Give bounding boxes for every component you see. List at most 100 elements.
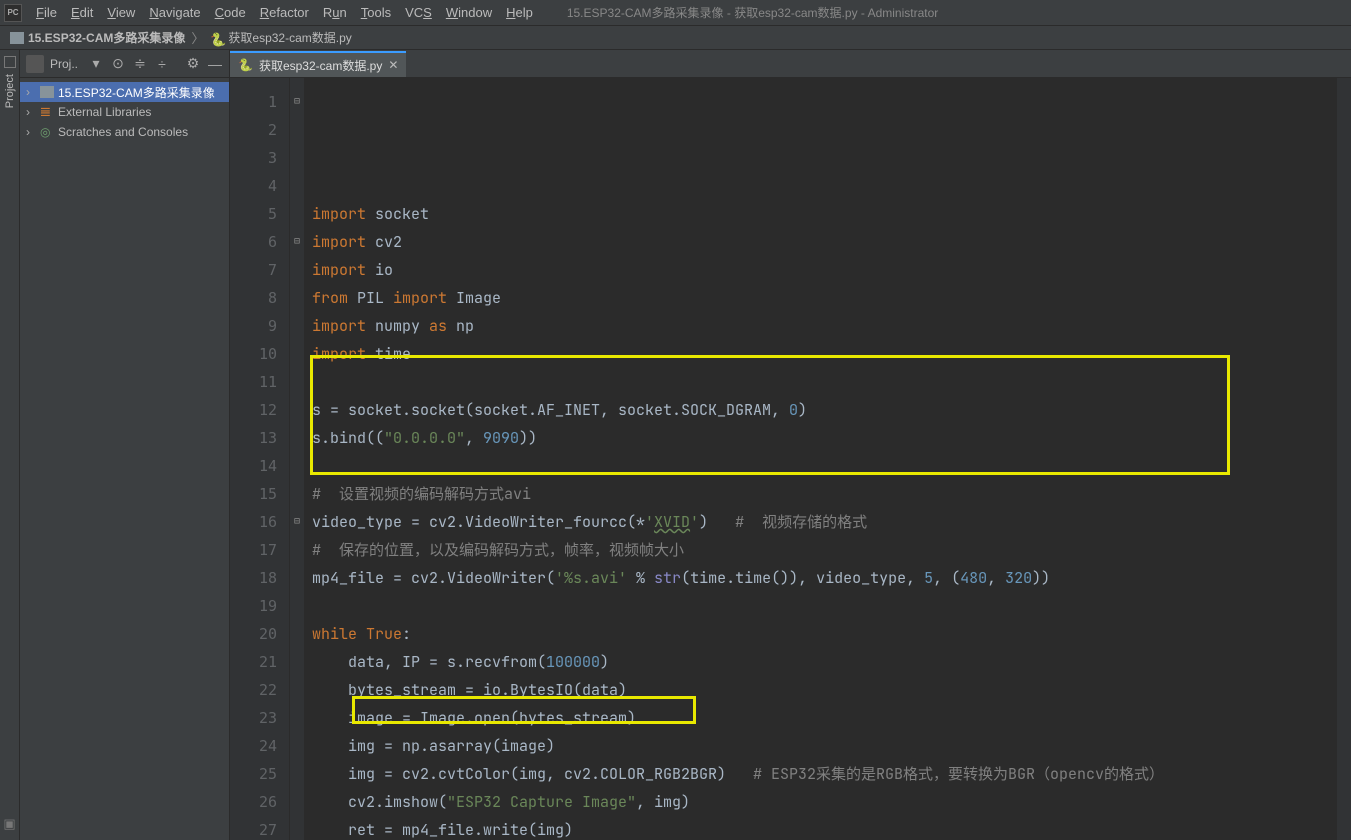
line-number[interactable]: 6 <box>230 228 277 256</box>
code-line[interactable]: import time <box>304 340 1337 368</box>
code-line[interactable] <box>304 452 1337 480</box>
fold-toggle-icon[interactable] <box>290 228 304 256</box>
breadcrumb-project[interactable]: 15.ESP32-CAM多路采集录像 <box>28 29 185 46</box>
menu-item-4[interactable]: Code <box>209 3 252 22</box>
line-number[interactable]: 4 <box>230 172 277 200</box>
line-number[interactable]: 9 <box>230 312 277 340</box>
code-line[interactable] <box>304 368 1337 396</box>
code-editor[interactable]: import socketimport cv2import iofrom PIL… <box>304 78 1337 840</box>
code-line[interactable]: import io <box>304 256 1337 284</box>
tree-item-1[interactable]: ›𝌆External Libraries <box>20 102 229 122</box>
code-line[interactable]: img = np.asarray(image) <box>304 732 1337 760</box>
chevron-right-icon[interactable]: › <box>26 105 36 119</box>
code-line[interactable]: mp4_file = cv2.VideoWriter('%s.avi' % st… <box>304 564 1337 592</box>
menu-item-9[interactable]: Window <box>440 3 498 22</box>
line-number[interactable]: 14 <box>230 452 277 480</box>
tree-item-label: Scratches and Consoles <box>58 125 188 139</box>
menu-item-1[interactable]: Edit <box>65 3 99 22</box>
chevron-down-icon[interactable]: ▾ <box>88 55 104 72</box>
code-line[interactable]: # 设置视频的编码解码方式avi <box>304 480 1337 508</box>
code-line[interactable] <box>304 592 1337 620</box>
line-number[interactable]: 20 <box>230 620 277 648</box>
project-toolwin-tab[interactable]: Project <box>4 74 16 108</box>
project-view-icon[interactable] <box>26 55 44 73</box>
code-line[interactable]: image = Image.open(bytes_stream) <box>304 704 1337 732</box>
code-line[interactable]: video_type = cv2.VideoWriter_fourcc(*'XV… <box>304 508 1337 536</box>
line-number[interactable]: 3 <box>230 144 277 172</box>
line-number[interactable]: 1 <box>230 88 277 116</box>
fold-gutter-empty <box>290 396 304 424</box>
line-number[interactable]: 25 <box>230 760 277 788</box>
menu-item-10[interactable]: Help <box>500 3 539 22</box>
breadcrumb-file[interactable]: 获取esp32-cam数据.py <box>228 29 351 46</box>
hide-icon[interactable]: — <box>207 56 223 72</box>
line-number[interactable]: 8 <box>230 284 277 312</box>
select-opened-file-icon[interactable]: ⊙ <box>110 55 126 72</box>
chevron-right-icon[interactable]: › <box>26 125 36 139</box>
fold-gutter-empty <box>290 648 304 676</box>
collapse-all-icon[interactable]: ÷ <box>154 56 170 72</box>
expand-all-icon[interactable]: ≑ <box>132 55 148 72</box>
app-logo-icon: PC <box>4 4 22 22</box>
menu-item-8[interactable]: VCS <box>399 3 438 22</box>
line-number[interactable]: 5 <box>230 200 277 228</box>
line-number[interactable]: 23 <box>230 704 277 732</box>
sidebar-title[interactable]: Proj.. <box>50 57 78 71</box>
tree-item-2[interactable]: ›◎Scratches and Consoles <box>20 122 229 142</box>
line-number[interactable]: 22 <box>230 676 277 704</box>
code-line[interactable]: import cv2 <box>304 228 1337 256</box>
menu-item-0[interactable]: File <box>30 3 63 22</box>
editor-error-stripe[interactable] <box>1337 78 1351 840</box>
line-number[interactable]: 21 <box>230 648 277 676</box>
fold-gutter[interactable] <box>290 78 304 840</box>
editor-tab-active[interactable]: 🐍 获取esp32-cam数据.py ✕ <box>230 51 406 77</box>
menu-item-2[interactable]: View <box>101 3 141 22</box>
code-line[interactable]: data, IP = s.recvfrom(100000) <box>304 648 1337 676</box>
line-number[interactable]: 12 <box>230 396 277 424</box>
line-number[interactable]: 2 <box>230 116 277 144</box>
fold-gutter-empty <box>290 368 304 396</box>
code-line[interactable]: # 保存的位置，以及编码解码方式，帧率，视频帧大小 <box>304 536 1337 564</box>
editor-tabs: 🐍 获取esp32-cam数据.py ✕ <box>230 50 1351 78</box>
toolwin-icon[interactable] <box>4 56 16 68</box>
line-number[interactable]: 24 <box>230 732 277 760</box>
menu-item-5[interactable]: Refactor <box>254 3 315 22</box>
line-number-gutter[interactable]: 1234567891011121314151617181920212223242… <box>230 78 290 840</box>
project-tree[interactable]: ›15.ESP32-CAM多路采集录像›𝌆External Libraries›… <box>20 78 229 146</box>
line-number[interactable]: 11 <box>230 368 277 396</box>
line-number[interactable]: 17 <box>230 536 277 564</box>
line-number[interactable]: 10 <box>230 340 277 368</box>
line-number[interactable]: 18 <box>230 564 277 592</box>
menu-item-6[interactable]: Run <box>317 3 353 22</box>
code-line[interactable]: import numpy as np <box>304 312 1337 340</box>
fold-gutter-empty <box>290 760 304 788</box>
code-line[interactable]: from PIL import Image <box>304 284 1337 312</box>
code-line[interactable]: import socket <box>304 200 1337 228</box>
fold-toggle-icon[interactable] <box>290 508 304 536</box>
gear-icon[interactable]: ⚙ <box>185 55 201 72</box>
structure-toolwin-icon[interactable]: ▣ <box>3 816 15 832</box>
line-number[interactable]: 13 <box>230 424 277 452</box>
line-number[interactable]: 7 <box>230 256 277 284</box>
line-number[interactable]: 15 <box>230 480 277 508</box>
code-line[interactable]: s.bind(("0.0.0.0", 9090)) <box>304 424 1337 452</box>
line-number[interactable]: 26 <box>230 788 277 816</box>
code-line[interactable]: while True: <box>304 620 1337 648</box>
menu-item-3[interactable]: Navigate <box>143 3 206 22</box>
line-number[interactable]: 19 <box>230 592 277 620</box>
code-line[interactable]: ret = mp4_file.write(img) <box>304 816 1337 840</box>
code-line[interactable]: bytes_stream = io.BytesIO(data) <box>304 676 1337 704</box>
tree-item-0[interactable]: ›15.ESP32-CAM多路采集录像 <box>20 82 229 102</box>
fold-gutter-empty <box>290 676 304 704</box>
chevron-right-icon[interactable]: › <box>26 85 36 99</box>
line-number[interactable]: 16 <box>230 508 277 536</box>
code-line[interactable]: s = socket.socket(socket.AF_INET, socket… <box>304 396 1337 424</box>
menu-item-7[interactable]: Tools <box>355 3 397 22</box>
fold-gutter-empty <box>290 788 304 816</box>
code-wrap: 1234567891011121314151617181920212223242… <box>230 78 1351 840</box>
code-line[interactable]: cv2.imshow("ESP32 Capture Image", img) <box>304 788 1337 816</box>
close-icon[interactable]: ✕ <box>388 58 398 72</box>
fold-toggle-icon[interactable] <box>290 88 304 116</box>
line-number[interactable]: 27 <box>230 816 277 840</box>
code-line[interactable]: img = cv2.cvtColor(img, cv2.COLOR_RGB2BG… <box>304 760 1337 788</box>
